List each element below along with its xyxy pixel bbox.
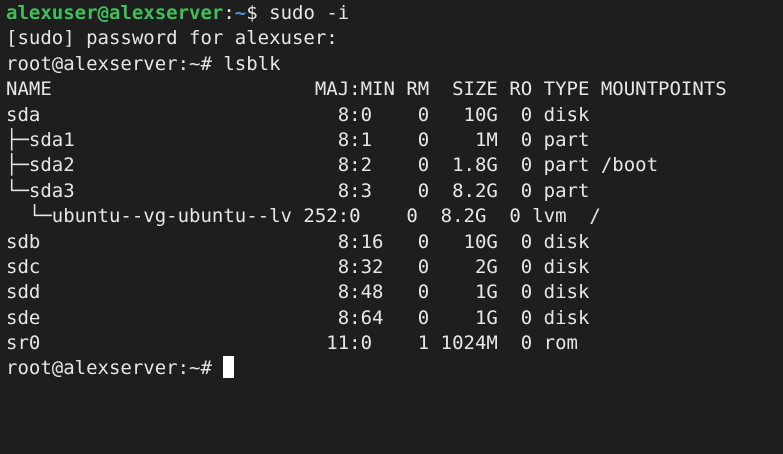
- terminal-window[interactable]: alexuser@alexserver:~$ sudo -i [sudo] pa…: [0, 0, 783, 454]
- root-prompt: root@alexserver:~#: [6, 357, 224, 380]
- user-prompt-line: alexuser@alexserver:~$ sudo -i: [6, 1, 783, 26]
- command-text: sudo -i: [269, 2, 350, 24]
- lsblk-row: sdb 8:16 0 10G 0 disk: [6, 230, 590, 253]
- command-text: lsblk: [223, 52, 281, 75]
- lsblk-header: NAME MAJ:MIN RM SIZE RO TYPE MOUNTPOINTS: [6, 78, 727, 101]
- lsblk-row: sdd 8:48 0 1G 0 disk: [6, 281, 590, 304]
- lsblk-row: sdc 8:32 0 2G 0 disk: [6, 255, 590, 278]
- prompt-separator: :: [223, 2, 235, 24]
- final-prompt-line[interactable]: root@alexserver:~#: [6, 356, 783, 381]
- lsblk-output: sda 8:0 0 10G 0 disk ├─sda1 8:1 0 1M 0 p…: [6, 103, 783, 357]
- prompt-cwd: ~: [234, 2, 247, 24]
- root-prompt-line: root@alexserver:~# lsblk: [6, 52, 783, 77]
- prompt-user-host: alexuser@alexserver: [6, 2, 224, 24]
- lsblk-row: ├─sda2 8:2 0 1.8G 0 part /boot: [6, 154, 659, 177]
- prompt-symbol: $: [246, 2, 270, 24]
- text-cursor[interactable]: [223, 356, 235, 379]
- lsblk-row: sr0 11:0 1 1024M 0 rom: [6, 332, 578, 355]
- lsblk-row: ├─sda1 8:1 0 1M 0 part: [6, 128, 590, 151]
- root-prompt: root@alexserver:~#: [6, 52, 224, 75]
- sudo-password-prompt: [sudo] password for alexuser:: [6, 27, 338, 50]
- lsblk-row: └─sda3 8:3 0 8.2G 0 part: [6, 179, 590, 202]
- lsblk-row: sda 8:0 0 10G 0 disk: [6, 103, 590, 126]
- lsblk-row: └─ubuntu--vg-ubuntu--lv 252:0 0 8.2G 0 l…: [6, 205, 601, 228]
- lsblk-row: sde 8:64 0 1G 0 disk: [6, 306, 590, 329]
